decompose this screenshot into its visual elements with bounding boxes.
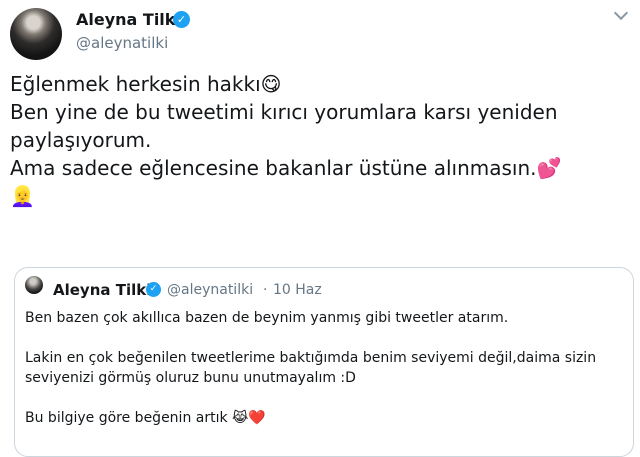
tweet-line: Eğlenmek herkesin hakkı bbox=[10, 72, 261, 96]
quoted-line: seviyenizi görmüş oluruz bunu unutmayalı… bbox=[25, 370, 356, 386]
face-savoring-food-icon: 😋 bbox=[260, 72, 282, 96]
author-name[interactable]: Aleyna Tilki bbox=[76, 10, 181, 29]
two-hearts-icon: 💕 bbox=[536, 156, 562, 180]
tweet-line: Ben yine de bu tweetimi kırıcı yorumlara… bbox=[10, 100, 558, 124]
quoted-line: Lakin en çok beğenilen tweetlerime baktı… bbox=[25, 350, 597, 366]
quoted-tweet-card[interactable]: Aleyna Tilki ✓ @aleynatilki · 10 Haz Ben… bbox=[14, 267, 634, 457]
tweet-line: paylaşıyorum. bbox=[10, 128, 152, 152]
chevron-down-icon[interactable] bbox=[613, 5, 629, 21]
quoted-tweet-text: Ben bazen çok akıllıca bazen de beynim y… bbox=[25, 308, 625, 428]
verified-badge-icon: ✓ bbox=[146, 282, 161, 297]
quoted-tweet-date: 10 Haz bbox=[273, 282, 322, 298]
face-with-tears-of-joy-icon: 😹 bbox=[232, 410, 249, 426]
tweet-line: Ama sadece eğlencesine bakanlar üstüne a… bbox=[10, 156, 537, 180]
separator-dot: · bbox=[263, 282, 268, 298]
author-avatar[interactable] bbox=[10, 8, 62, 60]
quoted-line: Bu bilgiye göre beğenin artık bbox=[25, 410, 228, 426]
quoted-author-name: Aleyna Tilki bbox=[53, 281, 152, 299]
quoted-author-avatar bbox=[25, 276, 43, 294]
person-blond-hair-icon: 👱‍♀️ bbox=[10, 184, 35, 208]
quoted-author-handle: @aleynatilki bbox=[167, 282, 254, 298]
verified-badge-icon: ✓ bbox=[173, 11, 190, 28]
quoted-line: Ben bazen çok akıllıca bazen de beynim y… bbox=[25, 310, 509, 326]
tweet-text: Eğlenmek herkesin hakkı😋 Ben yine de bu … bbox=[10, 70, 561, 210]
author-handle[interactable]: @aleynatilki bbox=[76, 34, 168, 52]
red-heart-icon: ❤️ bbox=[248, 410, 266, 426]
